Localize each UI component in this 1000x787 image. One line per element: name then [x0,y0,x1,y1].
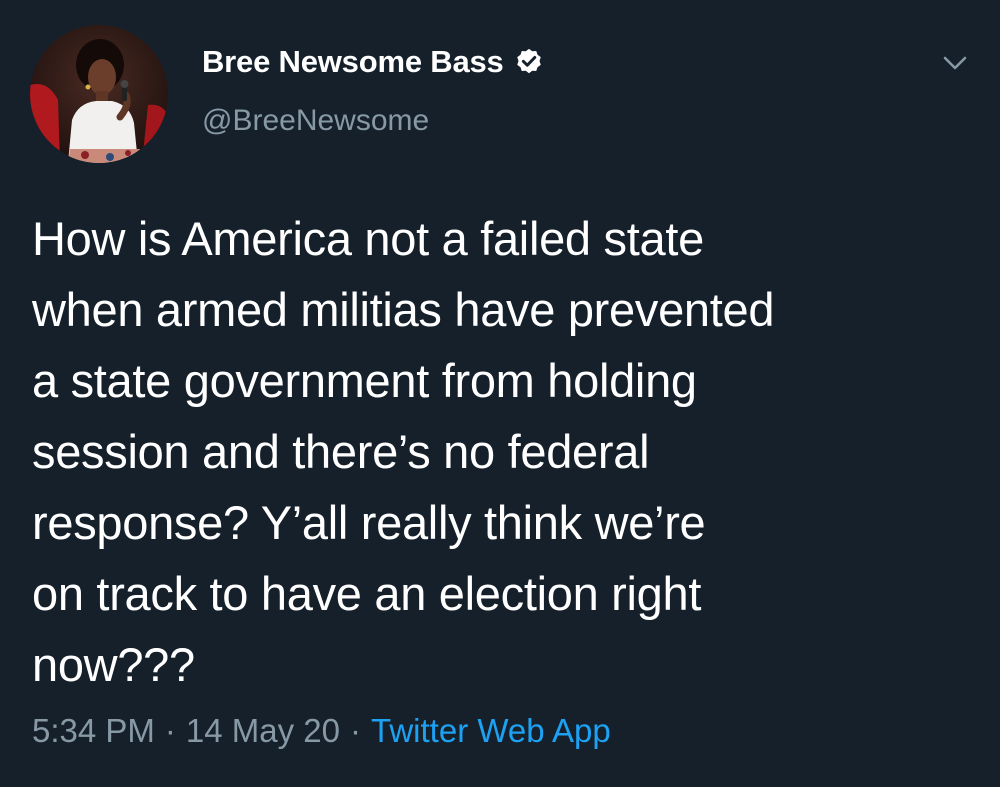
tweet-text: How is America not a failed state when a… [32,212,775,691]
display-name[interactable]: Bree Newsome Bass [202,44,504,80]
meta-separator: · [350,712,361,749]
tweet-meta: 5:34 PM · 14 May 20 · Twitter Web App [32,712,611,750]
tweet-source-link[interactable]: Twitter Web App [371,712,611,750]
name-row: Bree Newsome Bass [202,38,544,86]
tweet-date[interactable]: 14 May 20 [186,712,340,750]
tweet-card: Bree Newsome Bass @BreeNewsome How is Am… [0,0,1000,787]
avatar[interactable] [30,25,168,163]
handle[interactable]: @BreeNewsome [202,104,544,138]
meta-separator: · [164,712,176,749]
verified-badge-icon [514,47,544,77]
author-block: Bree Newsome Bass @BreeNewsome [202,38,544,138]
chevron-down-icon[interactable] [940,48,970,78]
avatar-photo [30,25,168,163]
tweet-time[interactable]: 5:34 PM [32,712,155,750]
